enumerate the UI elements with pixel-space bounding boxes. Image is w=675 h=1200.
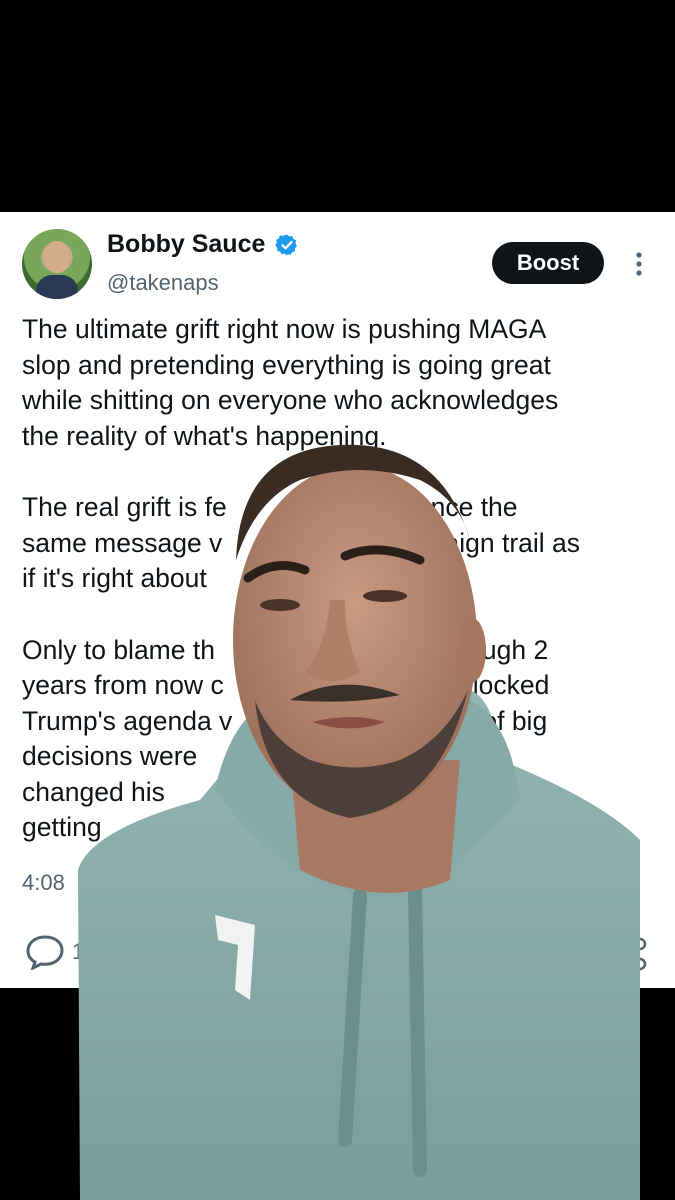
handle[interactable]: @takenaps [107,270,219,296]
share-icon[interactable] [630,934,650,974]
tweet-paragraph-1: The ultimate grift right now is pushing … [22,314,559,451]
tweet-paragraph-3: Only to blame th rough 2 years from now … [22,634,550,843]
tweet-paragraph-2: The real grift is fe lience the same mes… [22,492,581,593]
avatar[interactable] [22,229,92,299]
tweet-timestamp[interactable]: 4:08 [22,870,65,896]
reply-icon[interactable] [25,934,65,970]
more-options-icon[interactable] [630,249,648,279]
tweet-card: Bobby Sauce @takenaps Boost The ultimate… [0,212,675,988]
verified-badge-icon [275,234,297,256]
reply-count: 1 [72,939,85,964]
display-name[interactable]: Bobby Sauce [107,230,265,259]
tweet-text: The ultimate grift right now is pushing … [22,312,662,882]
avatar-head [45,241,69,273]
boost-button[interactable]: Boost [492,242,604,284]
avatar-body [36,275,78,299]
